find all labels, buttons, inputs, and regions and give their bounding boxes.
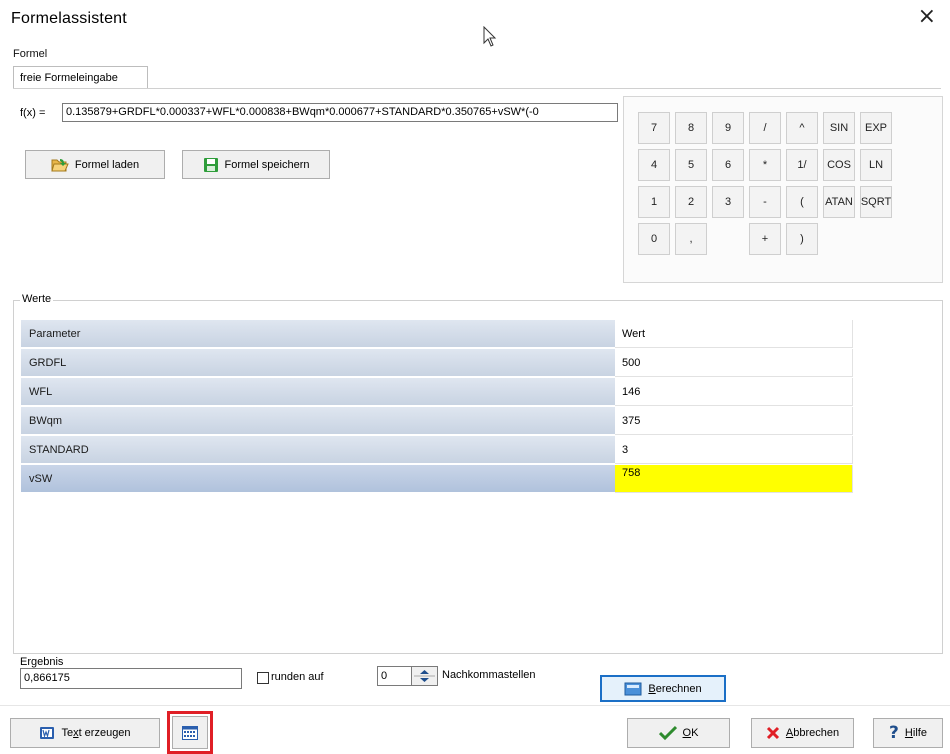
- keypad-key[interactable]: 3: [712, 186, 744, 218]
- formula-keypad: 7 8 9/^ SIN EXP 4 5 6 * 1/COS LN 1 2 3-(ATAN SQRT 0, +): [623, 96, 943, 283]
- keypad-key[interactable]: 9: [712, 112, 744, 144]
- keypad-key[interactable]: SIN: [823, 112, 855, 144]
- help-label: Hilfe: [904, 727, 927, 739]
- fx-label: f(x) =: [20, 107, 46, 119]
- generate-text-label: Text erzeugen: [61, 727, 131, 739]
- ok-button[interactable]: OK: [627, 718, 730, 748]
- keypad-key[interactable]: (: [786, 186, 818, 218]
- checkmark-icon: [658, 725, 677, 741]
- param-value-cell[interactable]: 146: [615, 378, 853, 406]
- werte-group-label: Werte: [20, 293, 54, 305]
- cancel-label: Abbrechen: [785, 727, 840, 739]
- calculator-icon: [624, 682, 642, 695]
- param-name-cell: GRDFL: [21, 349, 615, 377]
- keypad-key[interactable]: EXP: [860, 112, 892, 144]
- decimals-label: Nachkommastellen: [442, 669, 536, 681]
- footer-separator: [0, 705, 950, 706]
- keypad-key[interactable]: COS: [823, 149, 855, 181]
- table-row[interactable]: WFL 146: [21, 378, 853, 407]
- floppy-disk-icon: [203, 157, 218, 172]
- table-row[interactable]: STANDARD 3: [21, 436, 853, 465]
- help-button[interactable]: ? Hilfe: [873, 718, 943, 748]
- load-formula-button[interactable]: Formel laden: [25, 150, 165, 179]
- keypad-key[interactable]: +: [749, 223, 781, 255]
- param-name-cell: vSW: [21, 465, 615, 493]
- table-row[interactable]: BWqm 375: [21, 407, 853, 436]
- formula-input[interactable]: 0.135879+GRDFL*0.000337+WFL*0.000838+BWq…: [62, 103, 618, 122]
- table-header-row: Parameter Wert: [21, 320, 853, 349]
- round-checkbox-label: runden auf: [271, 671, 324, 683]
- keypad-key[interactable]: ATAN: [823, 186, 855, 218]
- column-header-wert[interactable]: Wert: [615, 320, 853, 348]
- save-formula-label: Formel speichern: [224, 158, 310, 171]
- keypad-key[interactable]: ^: [786, 112, 818, 144]
- calendar-grid-icon: [182, 725, 198, 740]
- calculate-label: Berechnen: [648, 682, 702, 695]
- load-formula-label: Formel laden: [74, 158, 140, 171]
- keypad-key[interactable]: /: [749, 112, 781, 144]
- param-value-cell[interactable]: 375: [615, 407, 853, 435]
- keypad-key[interactable]: 0: [638, 223, 670, 255]
- keypad-key[interactable]: 8: [675, 112, 707, 144]
- tab-freie-formeleingabe[interactable]: freie Formeleingabe: [13, 66, 148, 88]
- calculate-button[interactable]: Berechnen: [600, 675, 726, 702]
- param-name-cell: BWqm: [21, 407, 615, 435]
- formel-group-label: Formel: [13, 48, 48, 60]
- ergebnis-label: Ergebnis: [20, 656, 64, 668]
- keypad-key[interactable]: 4: [638, 149, 670, 181]
- keypad-key[interactable]: 1/: [786, 149, 818, 181]
- param-value-cell[interactable]: 500: [615, 349, 853, 377]
- table-row-selected[interactable]: vSW 758: [21, 465, 853, 494]
- column-header-parameter[interactable]: Parameter: [21, 320, 615, 348]
- keypad-key[interactable]: 6: [712, 149, 744, 181]
- save-formula-button[interactable]: Formel speichern: [182, 150, 330, 179]
- keypad-key[interactable]: 2: [675, 186, 707, 218]
- keypad-key[interactable]: SQRT: [860, 186, 892, 218]
- round-checkbox[interactable]: [257, 672, 269, 684]
- cancel-button[interactable]: Abbrechen: [751, 718, 854, 748]
- window-title: Formelassistent: [11, 10, 127, 27]
- calendar-button[interactable]: [172, 716, 208, 749]
- word-document-icon: [40, 727, 55, 739]
- param-name-cell: WFL: [21, 378, 615, 406]
- decimals-stepper[interactable]: [412, 666, 438, 686]
- keypad-key[interactable]: *: [749, 149, 781, 181]
- param-name-cell: STANDARD: [21, 436, 615, 464]
- close-icon[interactable]: ×: [918, 6, 936, 28]
- keypad-key[interactable]: ,: [675, 223, 707, 255]
- folder-open-icon: [51, 158, 69, 171]
- keypad-key[interactable]: 5: [675, 149, 707, 181]
- keypad-key[interactable]: 7: [638, 112, 670, 144]
- param-value-cell-editing[interactable]: 758: [615, 465, 853, 493]
- table-row[interactable]: GRDFL 500: [21, 349, 853, 378]
- parameter-table: Parameter Wert GRDFL 500 WFL 146 BWqm 37…: [21, 320, 853, 494]
- keypad-key[interactable]: ): [786, 223, 818, 255]
- param-value-cell[interactable]: 3: [615, 436, 853, 464]
- generate-text-button[interactable]: Text erzeugen: [10, 718, 160, 748]
- mouse-cursor-icon: [483, 26, 497, 47]
- red-x-icon: [766, 726, 779, 740]
- keypad-key[interactable]: 1: [638, 186, 670, 218]
- keypad-key[interactable]: -: [749, 186, 781, 218]
- keypad-key[interactable]: LN: [860, 149, 892, 181]
- question-mark-icon: ?: [889, 723, 899, 743]
- result-field[interactable]: 0,866175: [20, 668, 242, 689]
- spin-arrows-icon: [414, 670, 435, 682]
- decimals-input[interactable]: 0: [377, 666, 412, 686]
- ok-label: OK: [682, 727, 699, 739]
